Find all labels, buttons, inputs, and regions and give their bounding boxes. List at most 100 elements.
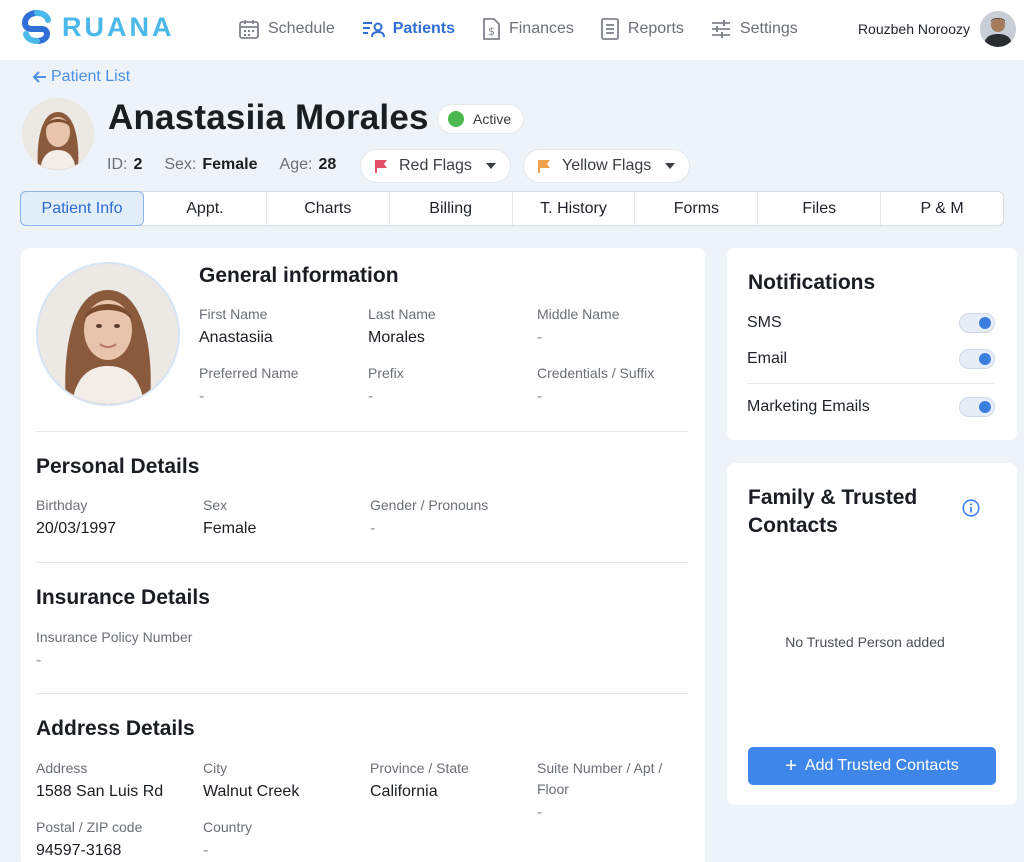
yellow-flag-icon [538, 160, 550, 173]
calendar-icon [239, 20, 259, 39]
user-avatar-image [980, 11, 1016, 47]
notification-marketing-label: Marketing Emails [747, 398, 870, 415]
toggle-knob [979, 317, 991, 329]
status-badge: Active [437, 104, 525, 134]
middle-name-label: Middle Name [537, 306, 620, 322]
country-value: - [203, 842, 209, 859]
toggle-knob [979, 353, 991, 365]
patient-id: ID: 2 [107, 156, 142, 174]
suite-value: - [537, 804, 543, 821]
insurance-details-title: Insurance Details [36, 586, 210, 609]
settings-sliders-icon [711, 20, 730, 38]
prefix-label: Prefix [368, 365, 404, 381]
red-flag-icon [375, 160, 387, 173]
notification-email-label: Email [747, 350, 788, 367]
preferred-name-value: - [199, 388, 205, 405]
sex-label: Sex: [164, 156, 197, 173]
age-value: 28 [318, 156, 337, 173]
tab-p-and-m[interactable]: P & M [881, 192, 1003, 225]
add-trusted-contacts-button[interactable]: + Add Trusted Contacts [748, 747, 996, 785]
last-name-label: Last Name [368, 306, 436, 322]
patient-sex: Sex: Female [164, 156, 257, 174]
insurance-policy-label: Insurance Policy Number [36, 629, 193, 645]
marketing-emails-toggle[interactable] [959, 397, 995, 417]
main-nav: Schedule Patients $ Finances Reports Set… [238, 14, 824, 44]
back-to-patient-list[interactable]: Patient List [32, 68, 130, 86]
notifications-card: Notifications SMS Email Marketing Emails [727, 248, 1017, 440]
nav-settings[interactable]: Settings [710, 14, 798, 44]
address-label: Address [36, 760, 88, 776]
reports-icon [600, 18, 619, 40]
patient-avatar-small [22, 98, 94, 170]
chevron-down-icon [485, 163, 496, 169]
address-value: 1588 San Luis Rd [36, 783, 164, 800]
user-name: Rouzbeh Noroozy [857, 21, 970, 37]
chevron-down-icon [665, 163, 676, 169]
arrow-left-icon [32, 71, 46, 83]
nav-schedule[interactable]: Schedule [238, 14, 335, 44]
notifications-divider [747, 383, 995, 384]
tab-forms[interactable]: Forms [635, 192, 759, 225]
user-avatar[interactable] [980, 11, 1016, 47]
red-flags-label: Red Flags [399, 157, 472, 174]
suite-label-line2: Floor [537, 781, 569, 797]
user-menu[interactable]: Rouzbeh Noroozy [858, 11, 1016, 47]
credentials-value: - [537, 388, 543, 405]
id-value: 2 [133, 156, 143, 173]
sex-field-value: Female [203, 520, 257, 537]
tab-appt[interactable]: Appt. [144, 192, 267, 225]
red-flags-dropdown[interactable]: Red Flags [360, 149, 511, 183]
sms-toggle[interactable] [959, 313, 995, 333]
notification-marketing-row: Marketing Emails [747, 395, 995, 419]
tab-treatment-history[interactable]: T. History [513, 192, 636, 225]
birthday-value: 20/03/1997 [36, 520, 117, 537]
patients-icon [362, 22, 385, 38]
patient-photo-large[interactable] [36, 262, 180, 406]
middle-name-value: - [537, 329, 543, 346]
prefix-value: - [368, 388, 374, 405]
nav-reports[interactable]: Reports [600, 14, 684, 44]
add-trusted-contacts-label: Add Trusted Contacts [804, 757, 959, 774]
patient-age: Age: 28 [280, 156, 337, 174]
yellow-flags-dropdown[interactable]: Yellow Flags [523, 149, 691, 183]
notification-email-row: Email [747, 347, 995, 371]
tab-patient-info[interactable]: Patient Info [20, 191, 144, 226]
finance-icon: $ [483, 18, 500, 40]
age-label: Age: [279, 156, 313, 173]
preferred-name-label: Preferred Name [199, 365, 299, 381]
email-toggle[interactable] [959, 349, 995, 369]
brand-name: RUANA [62, 11, 175, 42]
patient-meta: ID: 2 Sex: Female Age: 28 [107, 156, 336, 174]
postal-value: 94597-3168 [36, 842, 122, 859]
sex-field-label: Sex [203, 497, 228, 513]
patient-info-card: General information First Name Anastasii… [21, 248, 705, 862]
country-label: Country [203, 819, 253, 835]
tab-billing[interactable]: Billing [390, 192, 513, 225]
yellow-flags-label: Yellow Flags [562, 157, 652, 174]
province-label: Province / State [370, 760, 469, 776]
trusted-contacts-card: Family & Trusted Contacts No Trusted Per… [727, 463, 1017, 805]
patient-name: Anastasiia Morales [108, 98, 429, 137]
first-name-label: First Name [199, 306, 268, 322]
nav-patients[interactable]: Patients [361, 14, 455, 44]
back-link-label: Patient List [51, 68, 131, 85]
patient-photo-image [38, 264, 178, 404]
nav-finances[interactable]: $ Finances [481, 14, 574, 44]
app-logo[interactable]: RUANA [20, 9, 175, 45]
insurance-policy-value: - [36, 652, 42, 669]
tab-charts[interactable]: Charts [267, 192, 390, 225]
info-icon[interactable] [962, 499, 980, 517]
svg-text:$: $ [488, 25, 495, 38]
tab-files[interactable]: Files [758, 192, 882, 225]
id-label: ID: [107, 156, 128, 173]
city-label: City [203, 760, 228, 776]
nav-reports-label: Reports [627, 20, 684, 37]
top-bar: RUANA Schedule Patients $ Finances Repor… [0, 0, 1024, 60]
gender-label: Gender / Pronouns [370, 497, 489, 513]
province-value: California [370, 783, 438, 800]
status-dot-icon [448, 111, 464, 127]
plus-icon: + [785, 755, 797, 777]
section-divider [36, 431, 688, 432]
nav-patients-label: Patients [392, 20, 455, 37]
patient-photo-small [22, 98, 94, 170]
